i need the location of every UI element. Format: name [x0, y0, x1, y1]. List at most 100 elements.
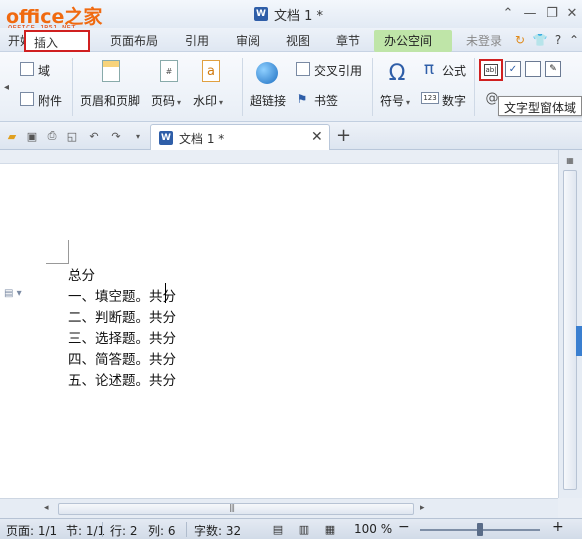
- ribbon-toggle-button[interactable]: ⌃: [498, 4, 518, 22]
- document-tab[interactable]: W 文档 1 * ✕: [150, 124, 330, 150]
- status-column: 列: 6: [148, 524, 176, 538]
- watermark-label: 水印: [193, 94, 218, 108]
- zoom-out-icon[interactable]: −: [398, 519, 410, 535]
- bookmark-icon: ⚑: [296, 92, 308, 106]
- login-status[interactable]: 未登录: [466, 32, 502, 49]
- pi-icon: π: [423, 59, 435, 79]
- status-separator: [102, 522, 103, 537]
- menu-references[interactable]: 引用: [185, 32, 209, 49]
- status-separator: [186, 522, 187, 537]
- shirt-icon[interactable]: 👕: [532, 32, 548, 48]
- tooltip: 文字型窗体域: [498, 96, 582, 116]
- page-number-icon: #: [160, 60, 178, 82]
- customize-dropdown-icon[interactable]: ▾: [130, 128, 146, 144]
- chevron-up-icon: ⌃: [502, 5, 514, 21]
- close-icon: ✕: [566, 5, 578, 21]
- ribbon-scroll-left-icon[interactable]: ◂: [4, 82, 9, 93]
- omega-icon: Ω: [388, 60, 406, 86]
- menu-section[interactable]: 章节: [336, 32, 360, 49]
- ribbon-separator: [72, 58, 73, 116]
- page-view-icon[interactable]: ▤: [270, 521, 286, 537]
- horizontal-scrollbar[interactable]: ◂ ||| ▸: [0, 498, 558, 518]
- menu-page-layout[interactable]: 页面布局: [110, 32, 158, 49]
- undo-icon[interactable]: ↶: [86, 128, 102, 144]
- text-field-icon: ab|: [484, 64, 498, 76]
- field-button[interactable]: 域: [38, 62, 50, 79]
- scroll-right-icon[interactable]: ▸: [420, 503, 425, 513]
- zoom-slider[interactable]: [420, 523, 540, 536]
- dropdown-arrow-icon: ▾: [219, 98, 224, 107]
- side-panel-handle[interactable]: [576, 326, 582, 356]
- menu-office-space-label: 办公空间: [384, 34, 433, 48]
- hyperlink-button[interactable]: 超链接: [250, 92, 286, 109]
- restore-button[interactable]: ❐: [542, 4, 562, 22]
- minimize-button[interactable]: —: [520, 4, 540, 22]
- ruler-toggle-icon[interactable]: ▦: [563, 154, 577, 166]
- web-view-icon[interactable]: ▦: [322, 521, 338, 537]
- chevron-up-icon[interactable]: ⌃: [566, 32, 582, 48]
- checkbox-field-icon[interactable]: ✓: [505, 61, 521, 77]
- cross-reference-button[interactable]: 交叉引用: [314, 62, 362, 79]
- redo-icon[interactable]: ↷: [108, 128, 124, 144]
- attachment-icon: [20, 92, 34, 106]
- document-line: 二、判断题。共分: [68, 310, 176, 326]
- save-icon[interactable]: ▣: [24, 128, 40, 144]
- scroll-left-icon[interactable]: ◂: [44, 503, 49, 513]
- field-icon: [20, 62, 34, 76]
- document-page[interactable]: ▤ ▾ 总分 一、填空题。共分 二、判断题。共分 三、选择题。共分 四、简答题。…: [0, 164, 558, 498]
- document-tab-bar: ▰ ▣ ⎙ ◱ ↶ ↷ ▾ W 文档 1 * ✕ +: [0, 122, 582, 150]
- formula-button[interactable]: 公式: [442, 62, 466, 79]
- dropdown-field-icon[interactable]: [525, 61, 541, 77]
- watermark-icon: a: [202, 60, 220, 82]
- page-number-button[interactable]: 页码 ▾: [151, 92, 181, 109]
- document-line: 五、论述题。共分: [68, 373, 176, 389]
- title-bar: office之家 OFFICE.JB51.NET W 文档 1 * ⌃ — ❐ …: [0, 0, 582, 32]
- horizontal-scroll-thumb[interactable]: |||: [58, 503, 414, 515]
- zoom-in-icon[interactable]: +: [552, 519, 564, 535]
- menu-bar: 开始 插入 页面布局 引用 审阅 视图 章节 办公空间 未登录 ↻ 👕 ? ⌃: [0, 28, 582, 52]
- ribbon-separator: [474, 58, 475, 116]
- menu-view[interactable]: 视图: [286, 32, 310, 49]
- status-page[interactable]: 页面: 1/1: [6, 522, 57, 539]
- zoom-slider-knob[interactable]: [477, 523, 483, 536]
- status-bar: 页面: 1/1 节: 1/1 行: 2 列: 6 字数: 32 ▤ ▥ ▦ 10…: [0, 518, 582, 539]
- open-folder-icon[interactable]: ▰: [4, 128, 20, 144]
- form-properties-icon[interactable]: ✎: [545, 61, 561, 77]
- help-icon[interactable]: ?: [550, 32, 566, 48]
- cross-reference-icon: [296, 62, 310, 76]
- outline-view-icon[interactable]: ▥: [296, 521, 312, 537]
- header-footer-button[interactable]: 页眉和页脚: [80, 92, 140, 109]
- attachment-button[interactable]: 附件: [38, 92, 62, 109]
- text-caret: [165, 283, 166, 303]
- dropdown-arrow-icon: ▾: [177, 98, 182, 107]
- watermark-button[interactable]: 水印 ▾: [193, 92, 223, 109]
- refresh-icon[interactable]: ↻: [512, 32, 528, 48]
- status-word-count[interactable]: 字数: 32: [194, 522, 241, 539]
- print-icon[interactable]: ⎙: [44, 128, 60, 144]
- document-line: 三、选择题。共分: [68, 331, 176, 347]
- symbol-button[interactable]: 符号 ▾: [380, 92, 410, 109]
- new-tab-icon[interactable]: +: [336, 125, 351, 146]
- text-form-field-button[interactable]: ab|: [479, 59, 503, 81]
- vertical-scroll-thumb[interactable]: [563, 170, 577, 490]
- zoom-percent[interactable]: 100 %: [354, 522, 392, 536]
- close-button[interactable]: ✕: [562, 4, 582, 22]
- wps-writer-icon: W: [159, 131, 173, 145]
- menu-office-space[interactable]: 办公空间: [374, 30, 452, 52]
- menu-insert[interactable]: 插入: [24, 30, 90, 52]
- ribbon-separator: [372, 58, 373, 116]
- number-icon: 123: [421, 92, 439, 104]
- window-title-text: 文档 1 *: [274, 8, 324, 24]
- paragraph-layout-icon[interactable]: ▤ ▾: [4, 288, 22, 299]
- tab-close-icon[interactable]: ✕: [311, 129, 323, 145]
- number-button[interactable]: 数字: [442, 92, 466, 109]
- document-tab-label: 文档 1 *: [179, 132, 225, 146]
- bookmark-button[interactable]: 书签: [314, 92, 338, 109]
- symbol-label: 符号: [380, 94, 405, 108]
- vertical-scrollbar[interactable]: ▦: [558, 150, 582, 498]
- scroll-grip-icon: |||: [229, 503, 235, 512]
- wps-writer-icon: W: [254, 7, 268, 21]
- globe-icon: [256, 62, 278, 84]
- print-preview-icon[interactable]: ◱: [64, 128, 80, 144]
- menu-review[interactable]: 审阅: [236, 32, 260, 49]
